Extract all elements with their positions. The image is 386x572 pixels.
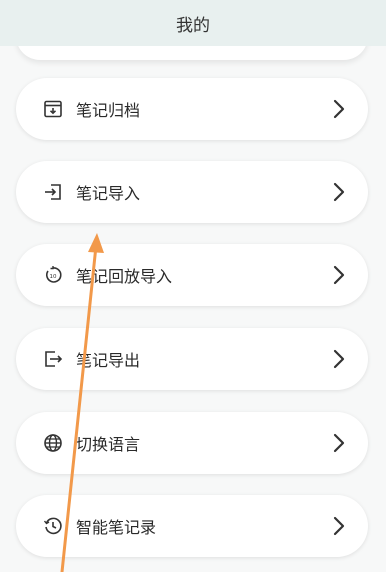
- chevron-right-icon: [332, 181, 346, 203]
- globe-icon: [42, 432, 64, 454]
- chevron-right-icon: [332, 264, 346, 286]
- page-header: 我的: [0, 0, 386, 46]
- menu-item-label: 笔记导入: [76, 184, 141, 203]
- page-title: 我的: [176, 15, 210, 36]
- chevron-right-icon: [332, 432, 346, 454]
- archive-icon: [42, 98, 64, 120]
- import-icon: [42, 181, 64, 203]
- menu-item-label: 笔记归档: [76, 101, 141, 120]
- export-icon: [42, 348, 64, 370]
- svg-text:10: 10: [50, 274, 57, 280]
- menu-item-note-archive[interactable]: 笔记归档: [16, 78, 368, 140]
- chevron-right-icon: [332, 98, 346, 120]
- menu-item-replay-import[interactable]: 10 笔记回放导入: [16, 244, 368, 306]
- menu-item-note-import[interactable]: 笔记导入: [16, 161, 368, 223]
- menu-item-label: 智能笔记录: [76, 518, 157, 537]
- menu-item-smart-notes[interactable]: 智能笔记录: [16, 495, 368, 557]
- chevron-right-icon: [332, 348, 346, 370]
- menu-item-switch-language[interactable]: 切换语言: [16, 412, 368, 474]
- menu-item-note-export[interactable]: 笔记导出: [16, 328, 368, 390]
- menu-item-label: 切换语言: [76, 435, 141, 454]
- menu-item-label: 笔记导出: [76, 351, 141, 370]
- menu-item-label: 笔记回放导入: [76, 267, 173, 286]
- history-icon: [42, 515, 64, 537]
- chevron-right-icon: [332, 515, 346, 537]
- replay-icon: 10: [42, 264, 64, 286]
